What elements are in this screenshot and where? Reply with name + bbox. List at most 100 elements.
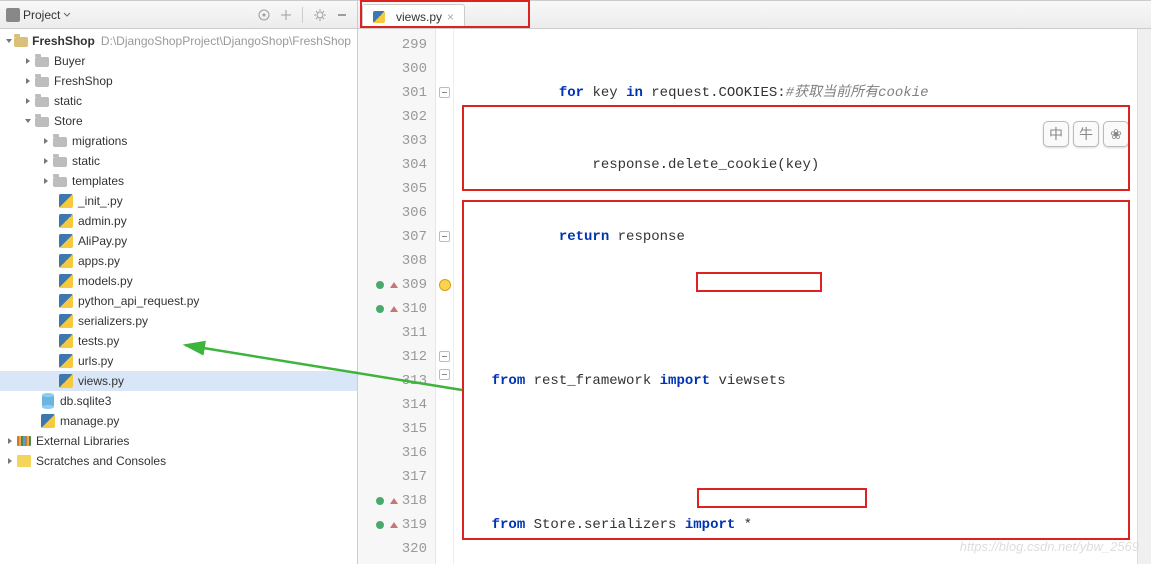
- folder-icon: [14, 33, 28, 49]
- tok: *: [735, 517, 752, 533]
- tree-folder-static2[interactable]: static: [0, 151, 357, 171]
- line-num: 315: [402, 417, 427, 441]
- sidebar-title-button[interactable]: Project: [6, 8, 71, 22]
- tree-root-row[interactable]: FreshShop D:\DjangoShopProject\DjangoSho…: [0, 31, 357, 51]
- chevron-right-icon: [40, 155, 52, 167]
- fold-icon[interactable]: [439, 369, 450, 380]
- folder-icon: [52, 153, 68, 169]
- fold-column: [436, 29, 454, 564]
- python-file-icon: [58, 313, 74, 329]
- python-file-icon: [58, 213, 74, 229]
- line-num: 301: [402, 81, 427, 105]
- python-file-icon: [58, 273, 74, 289]
- line-num: 307: [402, 225, 427, 249]
- tree-file-alipay[interactable]: AliPay.py: [0, 231, 357, 251]
- project-sidebar: Project FreshShop D:\DjangoShopProject\D…: [0, 1, 358, 564]
- line-num: 308: [402, 249, 427, 273]
- tree-folder-buyer[interactable]: Buyer: [0, 51, 357, 71]
- chevron-right-icon: [40, 135, 52, 147]
- tree-file-admin[interactable]: admin.py: [0, 211, 357, 231]
- locate-icon[interactable]: [255, 6, 273, 24]
- python-file-icon: [58, 253, 74, 269]
- line-num: 317: [402, 465, 427, 489]
- tree-folder-migrations[interactable]: migrations: [0, 131, 357, 151]
- line-num: 316: [402, 441, 427, 465]
- ide-root: Project FreshShop D:\DjangoShopProject\D…: [0, 0, 1151, 564]
- tok: request.COOKIES:: [643, 85, 786, 101]
- line-num: 312: [402, 345, 427, 369]
- tree-file-init[interactable]: _init_.py: [0, 191, 357, 211]
- ime-badge[interactable]: 中: [1043, 121, 1069, 147]
- root-path: D:\DjangoShopProject\DjangoShop\FreshSho…: [101, 31, 351, 51]
- ime-badge[interactable]: 牛: [1073, 121, 1099, 147]
- gear-icon[interactable]: [311, 6, 329, 24]
- line-num: 309: [402, 273, 427, 297]
- file-label: admin.py: [78, 211, 127, 231]
- override-marker-icon: [376, 281, 384, 289]
- ime-badge[interactable]: ❀: [1103, 121, 1129, 147]
- line-num: 320: [402, 537, 427, 561]
- file-label: urls.py: [78, 351, 113, 371]
- folder-label: templates: [72, 171, 124, 191]
- chevron-right-icon: [22, 55, 34, 67]
- editor-tab-views[interactable]: views.py ×: [362, 4, 465, 28]
- fold-icon[interactable]: [439, 351, 450, 362]
- python-file-icon: [40, 413, 56, 429]
- expand-all-icon[interactable]: [277, 6, 295, 24]
- tok: Store.serializers: [525, 517, 685, 533]
- ime-badges: 中 牛 ❀: [1043, 121, 1129, 147]
- intention-bulb-icon[interactable]: [439, 279, 451, 291]
- kw: import: [685, 517, 735, 533]
- tree-file-urls[interactable]: urls.py: [0, 351, 357, 371]
- chevron-down-icon: [22, 115, 34, 127]
- tree-file-dbsqlite[interactable]: db.sqlite3: [0, 391, 357, 411]
- fold-icon[interactable]: [439, 87, 450, 98]
- editor-scrollbar[interactable]: [1137, 29, 1151, 564]
- tree-folder-freshshop[interactable]: FreshShop: [0, 71, 357, 91]
- code-content[interactable]: for key in request.COOKIES:#获取当前所有cookie…: [454, 29, 1137, 564]
- file-label: AliPay.py: [78, 231, 127, 251]
- folder-icon: [34, 73, 50, 89]
- up-arrow-icon: [390, 522, 398, 528]
- up-arrow-icon: [390, 306, 398, 312]
- folder-label: FreshShop: [54, 71, 113, 91]
- tree-file-apps[interactable]: apps.py: [0, 251, 357, 271]
- kw: from: [492, 373, 526, 389]
- tree-folder-store[interactable]: Store: [0, 111, 357, 131]
- file-label: db.sqlite3: [60, 391, 111, 411]
- close-icon[interactable]: ×: [447, 10, 454, 24]
- file-label: tests.py: [78, 331, 119, 351]
- tree-folder-static[interactable]: static: [0, 91, 357, 111]
- file-label: _init_.py: [78, 191, 123, 211]
- scratch-icon: [16, 453, 32, 469]
- chevron-right-icon: [4, 455, 16, 467]
- tree-folder-templates[interactable]: templates: [0, 171, 357, 191]
- override-marker-icon: [376, 305, 384, 313]
- tok: response: [609, 229, 685, 245]
- tree-file-tests[interactable]: tests.py: [0, 331, 357, 351]
- chevron-right-icon: [40, 175, 52, 187]
- folder-icon: [34, 113, 50, 129]
- chevron-down-icon: [63, 11, 71, 19]
- tree-scratches[interactable]: Scratches and Consoles: [0, 451, 357, 471]
- line-num: 314: [402, 393, 427, 417]
- folder-label: Buyer: [54, 51, 85, 71]
- comment: #获取当前所有cookie: [786, 85, 929, 101]
- tree-file-serializers[interactable]: serializers.py: [0, 311, 357, 331]
- file-label: models.py: [78, 271, 133, 291]
- tree-file-models[interactable]: models.py: [0, 271, 357, 291]
- line-num: 311: [402, 321, 427, 345]
- tree-file-manage[interactable]: manage.py: [0, 411, 357, 431]
- tok: response.delete_cookie(key): [592, 157, 819, 173]
- project-tree[interactable]: FreshShop D:\DjangoShopProject\DjangoSho…: [0, 29, 357, 564]
- code-area[interactable]: 299 300 301 302 303 304 305 306 307 308 …: [358, 29, 1151, 564]
- line-num: 319: [402, 513, 427, 537]
- tree-external-libraries[interactable]: External Libraries: [0, 431, 357, 451]
- project-view-icon: [6, 8, 20, 22]
- folder-icon: [52, 173, 68, 189]
- folder-label: Store: [54, 111, 83, 131]
- hide-icon[interactable]: [333, 6, 351, 24]
- tree-file-views[interactable]: views.py: [0, 371, 357, 391]
- tree-file-pyapireq[interactable]: python_api_request.py: [0, 291, 357, 311]
- fold-icon[interactable]: [439, 231, 450, 242]
